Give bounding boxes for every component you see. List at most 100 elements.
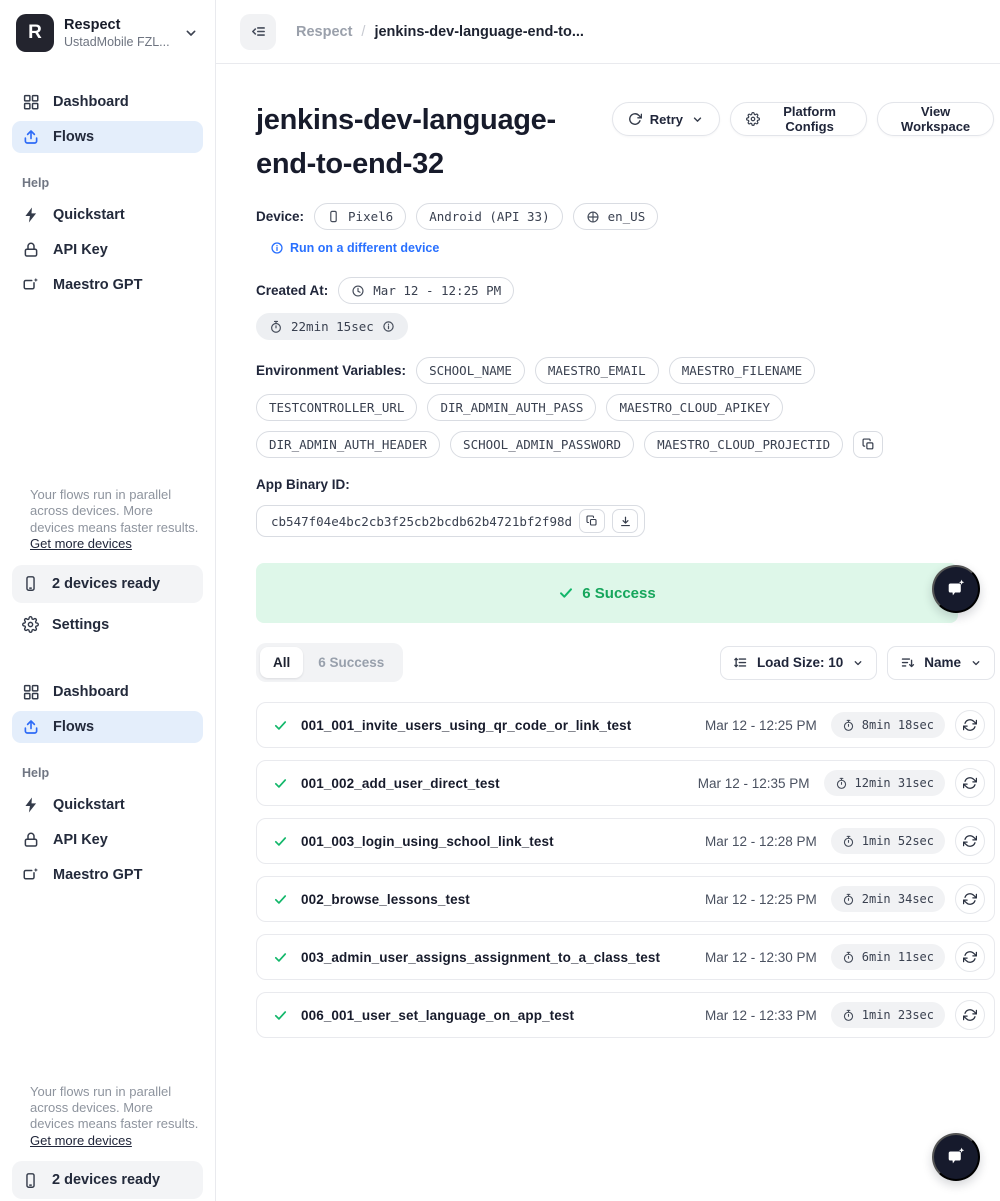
flow-duration: 2min 34sec [862, 892, 934, 906]
env-var-name: DIR_ADMIN_AUTH_HEADER [269, 437, 427, 452]
env-var-chip[interactable]: TESTCONTROLLER_URL [256, 394, 417, 421]
device-os-chip[interactable]: Android (API 33) [416, 203, 562, 230]
duration-row: 22min 15sec [256, 313, 1000, 340]
retry-flow-button[interactable] [955, 768, 985, 798]
info-icon [270, 241, 284, 255]
flow-result-row[interactable]: 003_admin_user_assigns_assignment_to_a_c… [256, 934, 995, 980]
env-var-chip[interactable]: SCHOOL_NAME [416, 357, 525, 384]
devices-ready-label: 2 devices ready [52, 1172, 160, 1188]
flow-result-row[interactable]: 001_002_add_user_direct_test Mar 12 - 12… [256, 760, 995, 806]
chevron-down-icon [183, 25, 199, 41]
platform-configs-label: Platform Configs [768, 104, 851, 134]
env-var-name: SCHOOL_NAME [429, 363, 512, 378]
info-icon[interactable] [382, 320, 395, 333]
env-var-chip[interactable]: DIR_ADMIN_AUTH_HEADER [256, 431, 440, 458]
sidebar-item-maestro-gpt[interactable]: Maestro GPT [12, 269, 203, 301]
workspace-switcher[interactable]: R Respect UstadMobile FZL... [12, 14, 203, 52]
sidebar-item-api-key[interactable]: API Key [12, 234, 203, 266]
devices-ready-status[interactable]: 2 devices ready [12, 565, 203, 603]
workspace-meta: Respect UstadMobile FZL... [64, 17, 173, 49]
collapse-sidebar-button[interactable] [240, 14, 276, 50]
flow-results-list: 001_001_invite_users_using_qr_code_or_li… [256, 702, 995, 1038]
tab-success[interactable]: 6 Success [303, 647, 399, 678]
chevron-down-icon [691, 113, 704, 126]
get-more-devices-link[interactable]: Get more devices [30, 1133, 132, 1148]
breadcrumb-workspace[interactable]: Respect [296, 24, 352, 40]
feedback-fab-button[interactable] [932, 565, 980, 613]
retry-flow-button[interactable] [955, 942, 985, 972]
gear-icon [22, 616, 39, 633]
globe-icon [586, 210, 600, 224]
env-var-chip[interactable]: MAESTRO_CLOUD_PROJECTID [644, 431, 843, 458]
view-workspace-button[interactable]: View Workspace [877, 102, 994, 136]
sidebar-item-label: Maestro GPT [53, 277, 142, 293]
env-var-chip[interactable]: MAESTRO_EMAIL [535, 357, 659, 384]
sidebar-item-settings[interactable]: Settings [12, 609, 203, 641]
env-var-name: DIR_ADMIN_AUTH_PASS [440, 400, 583, 415]
retry-flow-button[interactable] [955, 826, 985, 856]
run-different-device-link[interactable]: Run on a different device [270, 241, 439, 255]
get-more-devices-link[interactable]: Get more devices [30, 536, 132, 551]
refresh-icon [963, 950, 977, 964]
flow-name: 001_003_login_using_school_link_test [301, 834, 705, 849]
env-var-name: MAESTRO_CLOUD_PROJECTID [657, 437, 830, 452]
sidebar-item-flows[interactable]: Flows [12, 121, 203, 153]
flow-duration: 12min 31sec [855, 776, 934, 790]
tab-all[interactable]: All [260, 647, 303, 678]
sort-dropdown[interactable]: Name [887, 646, 995, 680]
refresh-icon [963, 892, 977, 906]
flow-result-row[interactable]: 001_001_invite_users_using_qr_code_or_li… [256, 702, 995, 748]
created-at-row: Created At: Mar 12 - 12:25 PM [256, 277, 1000, 304]
list-rows-icon [733, 655, 748, 670]
collapse-sidebar-icon [250, 23, 267, 40]
page-title: jenkins-dev-language-end-to-end-32 [256, 98, 612, 186]
sidebar-item-label: Quickstart [53, 207, 125, 223]
sidebar-item-api-key[interactable]: API Key [12, 824, 203, 856]
device-locale-chip[interactable]: en_US [573, 203, 659, 230]
platform-configs-button[interactable]: Platform Configs [730, 102, 867, 136]
sidebar-item-quickstart[interactable]: Quickstart [12, 789, 203, 821]
sidebar-item-maestro-gpt[interactable]: Maestro GPT [12, 859, 203, 891]
feedback-fab-button[interactable] [932, 1133, 980, 1181]
env-var-chip[interactable]: SCHOOL_ADMIN_PASSWORD [450, 431, 634, 458]
copy-icon [586, 515, 598, 527]
env-var-chip[interactable]: DIR_ADMIN_AUTH_PASS [427, 394, 596, 421]
phone-device-icon [327, 210, 340, 223]
check-icon [273, 718, 288, 733]
check-icon [273, 892, 288, 907]
load-size-dropdown[interactable]: Load Size: 10 [720, 646, 877, 680]
chevron-down-icon [852, 657, 864, 669]
refresh-icon [628, 112, 642, 126]
created-at-label: Created At: [256, 283, 328, 298]
parallel-flows-note: Your flows run in parallel across device… [30, 1084, 199, 1150]
flow-name: 001_002_add_user_direct_test [301, 776, 698, 791]
sidebar: R Respect UstadMobile FZL... Dashboard [0, 0, 216, 1201]
flow-duration: 1min 23sec [862, 1008, 934, 1022]
copy-env-vars-button[interactable] [853, 431, 883, 458]
device-model-chip[interactable]: Pixel6 [314, 203, 406, 230]
load-size-label: Load Size: 10 [757, 655, 843, 670]
check-icon [273, 1008, 288, 1023]
flow-result-row[interactable]: 002_browse_lessons_test Mar 12 - 12:25 P… [256, 876, 995, 922]
sidebar-item-flows[interactable]: Flows [12, 711, 203, 743]
env-var-chip[interactable]: MAESTRO_FILENAME [669, 357, 815, 384]
refresh-icon [963, 776, 977, 790]
retry-flow-button[interactable] [955, 710, 985, 740]
dashboard-grid-icon [22, 683, 40, 701]
refresh-icon [963, 834, 977, 848]
created-at-value: Mar 12 - 12:25 PM [373, 283, 501, 298]
flow-result-row[interactable]: 001_003_login_using_school_link_test Mar… [256, 818, 995, 864]
retry-flow-button[interactable] [955, 1000, 985, 1030]
env-var-chip[interactable]: MAESTRO_CLOUD_APIKEY [606, 394, 783, 421]
download-binary-button[interactable] [612, 509, 638, 533]
flow-result-row[interactable]: 006_001_user_set_language_on_app_test Ma… [256, 992, 995, 1038]
sidebar-item-quickstart[interactable]: Quickstart [12, 199, 203, 231]
breadcrumb-separator: / [361, 24, 365, 40]
devices-ready-status[interactable]: 2 devices ready [12, 1161, 203, 1199]
copy-binary-id-button[interactable] [579, 509, 605, 533]
retry-button[interactable]: Retry [612, 102, 720, 136]
sidebar-item-dashboard[interactable]: Dashboard [12, 86, 203, 118]
retry-flow-button[interactable] [955, 884, 985, 914]
success-banner-label: 6 Success [582, 585, 655, 602]
sidebar-item-dashboard[interactable]: Dashboard [12, 676, 203, 708]
